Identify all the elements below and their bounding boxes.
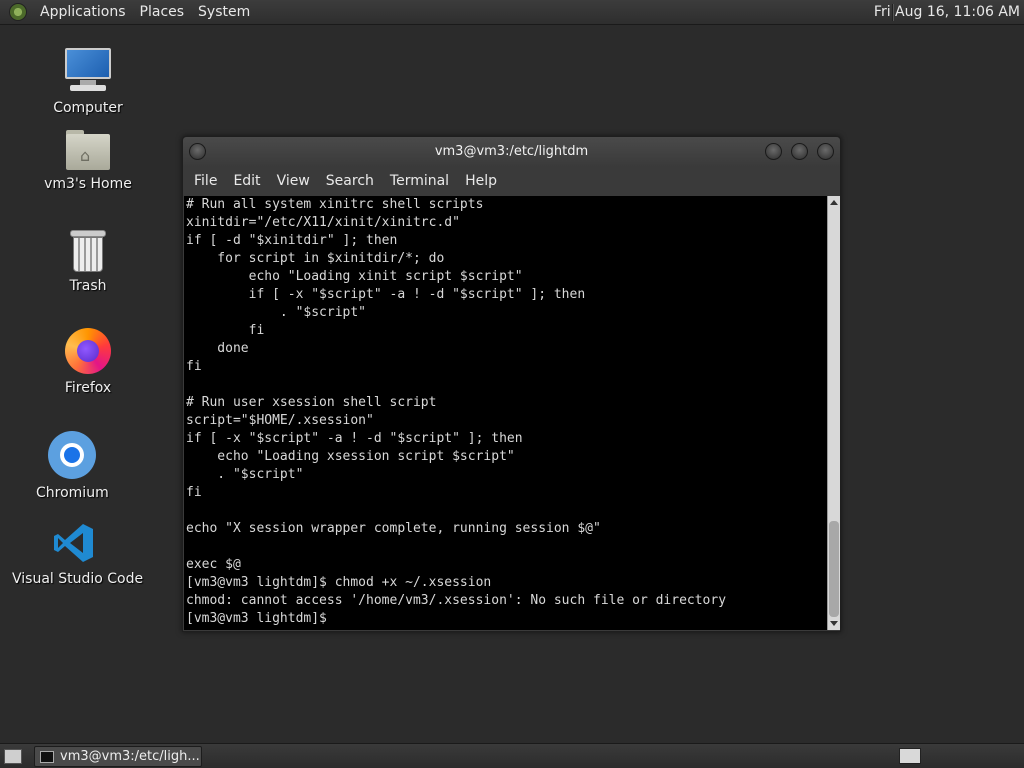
terminal-line: # Run user xsession shell script <box>186 395 437 410</box>
scroll-up-icon[interactable] <box>830 200 838 205</box>
scroll-down-icon[interactable] <box>830 621 838 626</box>
desktop-icon-label: Trash <box>69 278 107 294</box>
terminal-line: echo "Loading xsession script $script" <box>186 449 515 464</box>
chromium-icon <box>48 431 96 479</box>
menu-system[interactable]: System <box>191 0 257 25</box>
terminal-scrollbar[interactable] <box>827 196 840 630</box>
terminal-line: echo "X session wrapper complete, runnin… <box>186 521 601 536</box>
terminal-line: chmod: cannot access '/home/vm3/.xsessio… <box>186 593 727 608</box>
terminal-line: if [ -x "$script" -a ! -d "$script" ]; t… <box>186 287 586 302</box>
top-panel: Applications Places System Fri Aug 16, 1… <box>0 0 1024 25</box>
menu-edit[interactable]: Edit <box>225 167 268 196</box>
terminal-line: [vm3@vm3 lightdm]$ chmod +x ~/.xsession <box>186 575 492 590</box>
desktop-icon-firefox[interactable]: Firefox <box>52 328 124 396</box>
home-folder-icon: ⌂ <box>66 130 110 170</box>
desktop-icon-label: Chromium <box>36 485 109 501</box>
terminal-menu-bar: File Edit View Search Terminal Help <box>183 167 840 196</box>
terminal-line: fi <box>186 323 265 338</box>
terminal-output[interactable]: # Run all system xinitrc shell scripts xi… <box>184 196 827 630</box>
menu-applications[interactable]: Applications <box>33 0 133 25</box>
firefox-icon <box>65 328 111 374</box>
menu-search[interactable]: Search <box>318 167 382 196</box>
terminal-icon <box>40 750 54 763</box>
menu-help[interactable]: Help <box>457 167 505 196</box>
menu-file[interactable]: File <box>186 167 225 196</box>
terminal-line: done <box>186 341 249 356</box>
scrollbar-thumb[interactable] <box>829 521 839 617</box>
terminal-line: fi <box>186 359 202 374</box>
terminal-line: [vm3@vm3 lightdm]$ <box>186 611 335 626</box>
terminal-line: . "$script" <box>186 467 304 482</box>
menu-places[interactable]: Places <box>133 0 192 25</box>
computer-icon <box>64 46 112 94</box>
window-title: vm3@vm3:/etc/lightdm <box>434 144 589 159</box>
menu-terminal[interactable]: Terminal <box>382 167 457 196</box>
desktop-icon-label: vm3's Home <box>44 176 132 192</box>
taskbar-item-terminal[interactable]: vm3@vm3:/etc/ligh... <box>34 746 202 767</box>
terminal-line: xinitdir="/etc/X11/xinit/xinitrc.d" <box>186 215 460 230</box>
menu-view[interactable]: View <box>269 167 318 196</box>
distro-logo-icon[interactable] <box>9 3 27 21</box>
taskbar-item-label: vm3@vm3:/etc/ligh... <box>60 749 200 764</box>
desktop-icon-vscode[interactable]: Visual Studio Code <box>12 521 144 587</box>
terminal-line: if [ -d "$xinitdir" ]; then <box>186 233 398 248</box>
terminal-line: for script in $xinitdir/*; do <box>186 251 445 266</box>
workspace-switcher[interactable] <box>899 748 921 764</box>
terminal-window: vm3@vm3:/etc/lightdm File Edit View Sear… <box>182 136 841 632</box>
desktop-icon-label: Visual Studio Code <box>12 571 144 587</box>
maximize-button[interactable] <box>791 143 808 160</box>
terminal-line: # Run all system xinitrc shell scripts <box>186 197 484 212</box>
vscode-icon <box>52 521 96 565</box>
clock[interactable]: Fri Aug 16, 11:06 AM <box>862 0 1024 25</box>
terminal-line: if [ -x "$script" -a ! -d "$script" ]; t… <box>186 431 523 446</box>
desktop-icon-label: Computer <box>53 100 123 116</box>
terminal-line: exec $@ <box>186 557 241 572</box>
trash-icon <box>70 230 106 272</box>
terminal-line: echo "Loading xinit script $script" <box>186 269 523 284</box>
show-desktop-icon[interactable] <box>4 749 22 764</box>
terminal-line: script="$HOME/.xsession" <box>186 413 374 428</box>
terminal-line: fi <box>186 485 202 500</box>
desktop-icon-computer[interactable]: Computer <box>52 46 124 116</box>
bottom-panel: vm3@vm3:/etc/ligh... <box>0 743 1024 768</box>
desktop-icon-trash[interactable]: Trash <box>52 230 124 294</box>
terminal-line: . "$script" <box>186 305 367 320</box>
desktop-icon-chromium[interactable]: Chromium <box>36 431 109 501</box>
desktop-icon-label: Firefox <box>64 380 112 396</box>
minimize-button[interactable] <box>765 143 782 160</box>
desktop-icon-home[interactable]: ⌂ vm3's Home <box>44 130 132 192</box>
window-title-bar[interactable]: vm3@vm3:/etc/lightdm <box>183 137 840 167</box>
close-button[interactable] <box>817 143 834 160</box>
